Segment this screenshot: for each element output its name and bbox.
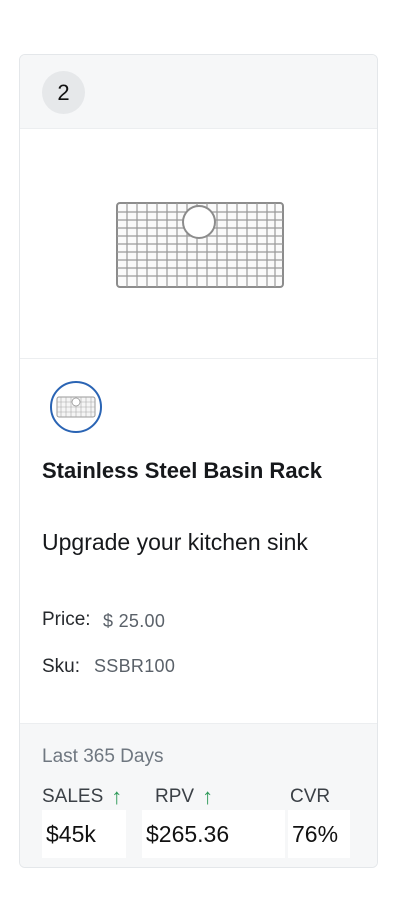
rank-badge: 2 (42, 71, 85, 114)
rpv-metric-label: RPV ↑ (155, 786, 213, 808)
product-subtitle: Upgrade your kitchen sink (42, 529, 308, 555)
sales-value: $45k (42, 810, 126, 858)
cvr-metric-label: CVR (290, 786, 330, 808)
variant-swatch[interactable] (50, 381, 102, 433)
sku-value: SSBR100 (94, 656, 176, 676)
product-image-area[interactable] (20, 129, 377, 359)
sales-metric-label: SALES ↑ (42, 786, 122, 808)
card-header: 2 (20, 55, 377, 129)
product-title[interactable]: Stainless Steel Basin Rack (42, 458, 342, 484)
rpv-label: RPV (155, 786, 195, 807)
basin-rack-image (116, 202, 284, 288)
sku-label: Sku: (42, 656, 81, 677)
stats-period: Last 365 Days (42, 746, 164, 767)
price-label: Price: (42, 609, 91, 630)
trend-up-icon: ↑ (111, 784, 123, 809)
price-value: $ 25.00 (103, 611, 166, 631)
stats-panel: Last 365 Days SALES ↑ RPV ↑ CVR $45k $26… (20, 723, 377, 867)
cvr-value: 76% (288, 810, 350, 858)
trend-up-icon: ↑ (202, 784, 214, 809)
sales-label: SALES (42, 786, 104, 807)
product-card: 2 Stainless Steel Basin Rack Upgrade you… (19, 54, 378, 868)
basin-rack-thumbnail-icon (56, 396, 96, 418)
cvr-label: CVR (290, 786, 331, 807)
rpv-value: $265.36 (142, 810, 285, 858)
